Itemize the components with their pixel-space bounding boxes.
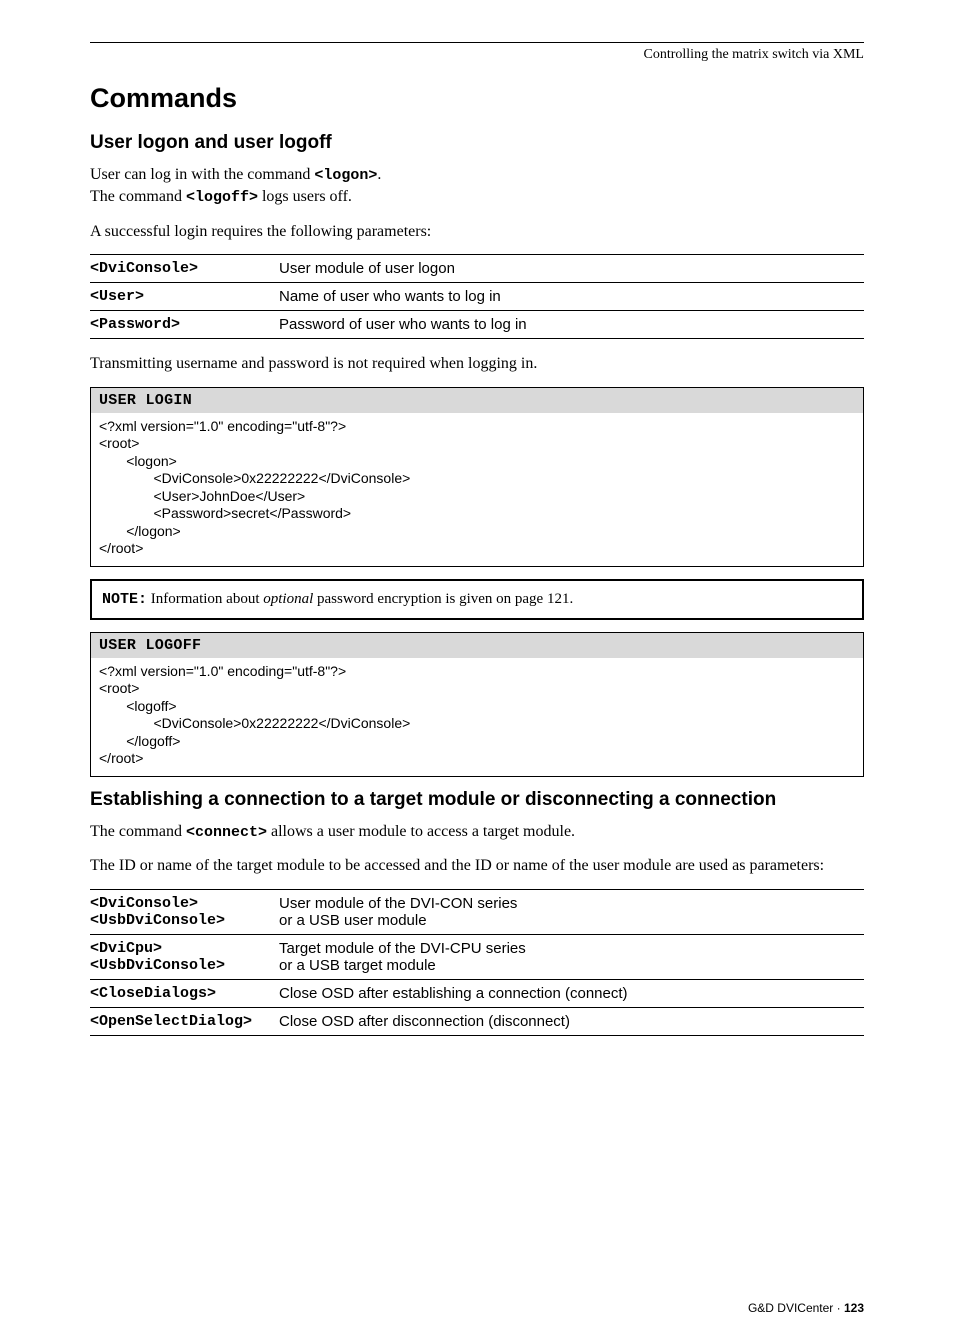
param-desc: Password of user who wants to log in [279,311,864,339]
code-header-logoff: USER LOGOFF [90,632,864,658]
note-text: Information about [147,591,263,607]
paragraph: Transmitting username and password is no… [90,353,864,375]
code-block-logoff: <?xml version="1.0" encoding="utf-8"?> <… [90,658,864,777]
paragraph: A successful login requires the followin… [90,221,864,243]
param-key: <Password> [90,311,279,339]
command-logon: <logon> [314,167,377,184]
running-head: Controlling the matrix switch via XML [90,47,864,63]
param-key: <CloseDialogs> [90,979,279,1007]
text-span: The command [90,188,186,205]
command-connect: <connect> [186,824,267,841]
table-row: <CloseDialogs> Close OSD after establish… [90,979,864,1007]
table-row: <Password> Password of user who wants to… [90,311,864,339]
paragraph: The command <connect> allows a user modu… [90,821,864,843]
page-title: Commands [90,83,864,114]
text-span: logs users off. [258,188,352,205]
footer-text: G&D DVICenter · [748,1301,844,1315]
text-span: . [377,166,381,183]
section-heading-connection: Establishing a connection to a target mo… [90,789,864,811]
note-italic: optional [263,591,313,607]
param-key: <DviConsole> <UsbDviConsole> [90,889,279,934]
top-rule [90,42,864,43]
note-box: NOTE: Information about optional passwor… [90,579,864,620]
param-key: <User> [90,283,279,311]
login-param-table: <DviConsole> User module of user logon <… [90,254,864,339]
text-span: allows a user module to access a target … [267,823,575,840]
code-block-login: <?xml version="1.0" encoding="utf-8"?> <… [90,413,864,567]
section-heading-logon: User logon and user logoff [90,132,864,154]
note-text: password encryption is given on page 121… [313,591,573,607]
param-key: <DviConsole> [90,255,279,283]
table-row: <OpenSelectDialog> Close OSD after disco… [90,1007,864,1035]
table-row: <DviCpu> <UsbDviConsole> Target module o… [90,934,864,979]
paragraph-intro: User can log in with the command <logon>… [90,164,864,209]
table-row: <DviConsole> User module of user logon [90,255,864,283]
command-logoff: <logoff> [186,189,258,206]
page-number: 123 [844,1301,864,1315]
param-key: <DviCpu> <UsbDviConsole> [90,934,279,979]
param-desc: User module of user logon [279,255,864,283]
param-desc: Close OSD after disconnection (disconnec… [279,1007,864,1035]
text-span: The command [90,823,186,840]
param-desc: Target module of the DVI-CPU series or a… [279,934,864,979]
note-label: NOTE: [102,591,147,608]
table-row: <DviConsole> <UsbDviConsole> User module… [90,889,864,934]
paragraph: The ID or name of the target module to b… [90,855,864,877]
text-span: User can log in with the command [90,166,314,183]
param-desc: Name of user who wants to log in [279,283,864,311]
connect-param-table: <DviConsole> <UsbDviConsole> User module… [90,889,864,1036]
page-footer: G&D DVICenter · 123 [748,1301,864,1315]
param-desc: User module of the DVI-CON series or a U… [279,889,864,934]
code-header-login: USER LOGIN [90,387,864,413]
param-desc: Close OSD after establishing a connectio… [279,979,864,1007]
param-key: <OpenSelectDialog> [90,1007,279,1035]
table-row: <User> Name of user who wants to log in [90,283,864,311]
